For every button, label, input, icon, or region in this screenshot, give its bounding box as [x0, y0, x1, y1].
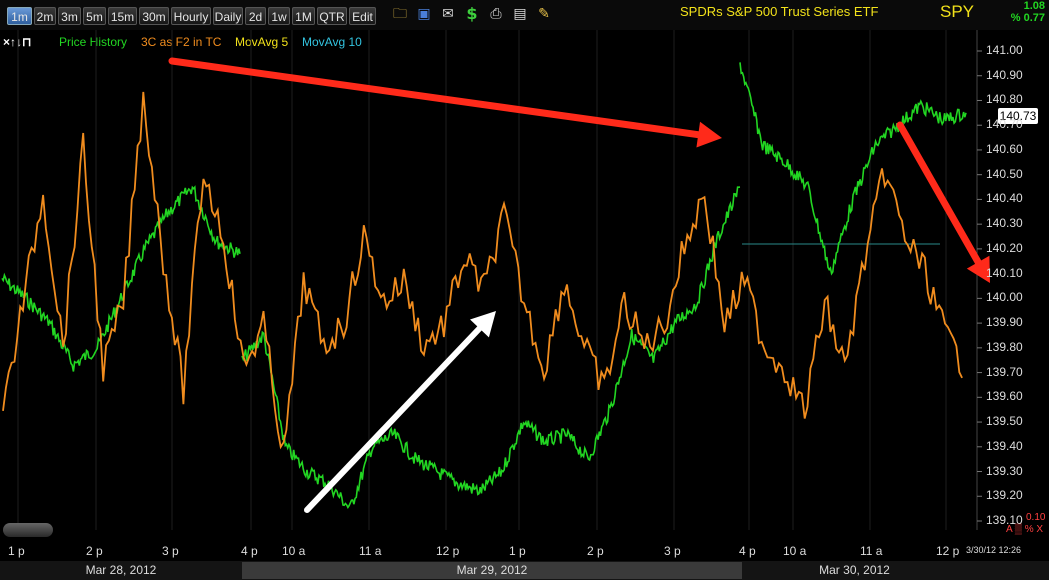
timeframe-button-hourly[interactable]: Hourly [171, 7, 211, 25]
timeframe-button-3m[interactable]: 3m [58, 7, 81, 25]
save-icon[interactable]: ▣ [415, 5, 433, 23]
x-tick-label: 3 p [664, 544, 681, 558]
y-tick-label: 140.50 [986, 166, 1023, 181]
timeframe-button-qtr[interactable]: QTR [317, 7, 347, 25]
timeframe-button-1m[interactable]: 1m [7, 7, 32, 25]
y-tick-label: 139.70 [986, 364, 1023, 379]
x-tick-label: 4 p [739, 544, 756, 558]
security-title: SPDRs S&P 500 Trust Series ETF [680, 4, 879, 19]
print-icon[interactable]: ⎙ [487, 5, 505, 23]
x-tick-label: 1 p [8, 544, 25, 558]
y-tick-label: 140.00 [986, 290, 1023, 305]
y-tick-label: 140.80 [986, 92, 1023, 107]
x-tick-label: 12 p [936, 544, 960, 558]
x-tick-label: 12 p [436, 544, 460, 558]
price-chart[interactable] [0, 30, 1049, 562]
timeframe-button-2m[interactable]: 2m [34, 7, 56, 25]
3c-indicator-line [2, 91, 963, 450]
pencil-icon[interactable]: ✎ [535, 5, 553, 23]
y-tick-label: 140.40 [986, 191, 1023, 206]
indicator-scale-value: 0.10 [1026, 512, 1046, 523]
x-tick-label: 2 p [86, 544, 103, 558]
date-label-mar-28: Mar 28, 2012 [85, 563, 157, 577]
y-tick-label: 139.10 [986, 513, 1023, 527]
dollar-icon[interactable]: $ [463, 5, 481, 23]
trend-arrow-1-head [696, 121, 722, 148]
y-tick-label: 139.20 [986, 488, 1023, 503]
x-tick-label: 10 a [282, 544, 306, 558]
mail-icon[interactable]: ✉ [439, 5, 457, 23]
trend-arrow-3 [896, 121, 982, 266]
y-tick-label: 140.20 [986, 240, 1023, 255]
x-tick-label: 1 p [509, 544, 526, 558]
timestamp: 3/30/12 12:26 [966, 545, 1022, 555]
timeframe-button-1w[interactable]: 1w [268, 7, 290, 25]
y-tick-label: 139.90 [986, 315, 1023, 330]
y-tick-label: 139.50 [986, 414, 1023, 429]
toolbar: 1m 2m 3m 5m 15m 30m Hourly Daily 2d 1w 1M QTR Edit 🗀 ▣… [0, 0, 1049, 30]
y-tick-label: 139.40 [986, 438, 1023, 453]
y-tick-label: 139.80 [986, 339, 1023, 354]
y-tick-label: 140.60 [986, 141, 1023, 156]
keyboard-icon[interactable]: ▤ [511, 5, 529, 23]
chart-scroll-handle[interactable] [3, 523, 53, 537]
price-history-line [739, 62, 967, 276]
timeframe-button-daily[interactable]: Daily [213, 7, 243, 25]
x-tick-label: 11 a [860, 544, 883, 558]
timeframe-button-30m[interactable]: 30m [139, 7, 169, 25]
timeframe-button-1m[interactable]: 1M [292, 7, 315, 25]
change-percent: % 0.77 [1010, 12, 1045, 24]
x-tick-label: 11 a [359, 544, 382, 558]
change-value: 1.08 [1023, 0, 1045, 12]
y-tick-label: 139.60 [986, 389, 1023, 404]
timeframe-button-edit[interactable]: Edit [349, 7, 376, 25]
y-tick-label: 141.00 [986, 43, 1023, 57]
timeframe-button-15m[interactable]: 15m [108, 7, 137, 25]
timeframe-button-2d[interactable]: 2d [245, 7, 266, 25]
price-history-line [241, 186, 741, 510]
folder-icon[interactable]: 🗀 [391, 5, 409, 23]
y-tick-label: 139.30 [986, 463, 1023, 478]
y-tick-label: 140.10 [986, 265, 1023, 280]
change-readout: 1.08 % 0.77 [1011, 0, 1045, 24]
y-tick-label: 140.70 [986, 117, 1023, 132]
x-tick-label: 4 p [241, 544, 258, 558]
date-label-mar-30: Mar 30, 2012 [819, 563, 890, 577]
timeframe-button-5m[interactable]: 5m [83, 7, 106, 25]
x-tick-label: 10 a [783, 544, 807, 558]
x-tick-label: 2 p [587, 544, 604, 558]
x-tick-label: 3 p [162, 544, 179, 558]
symbol-label: SPY [940, 2, 975, 21]
y-tick-label: 140.90 [986, 67, 1023, 82]
y-tick-label: 140.30 [986, 216, 1023, 231]
date-label-mar-29: Mar 29, 2012 [242, 562, 742, 579]
price-history-line [1, 185, 241, 372]
